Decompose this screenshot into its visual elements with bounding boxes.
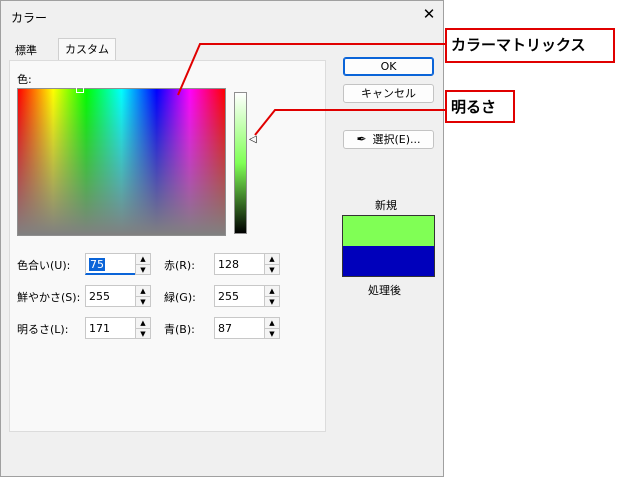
hue-spinner[interactable]: ▲ ▼ bbox=[135, 253, 151, 275]
blue-down-icon[interactable]: ▼ bbox=[265, 328, 279, 338]
lum-field[interactable]: 171 ▲ ▼ bbox=[85, 317, 151, 339]
eyedropper-icon: ✒ bbox=[356, 132, 367, 146]
luminance-arrow-icon[interactable]: ◁ bbox=[249, 134, 257, 145]
sat-spinner[interactable]: ▲ ▼ bbox=[135, 285, 151, 307]
tab-custom[interactable]: カスタム bbox=[58, 38, 116, 60]
sat-up-icon[interactable]: ▲ bbox=[136, 286, 150, 296]
green-label: 緑(G): bbox=[164, 291, 196, 304]
new-color-swatch bbox=[342, 215, 435, 246]
close-icon[interactable]: ✕ bbox=[420, 5, 438, 23]
lum-up-icon[interactable]: ▲ bbox=[136, 318, 150, 328]
sat-label: 鮮やかさ(S): bbox=[17, 291, 81, 304]
dialog-title: カラー bbox=[11, 11, 48, 25]
hue-label: 色合い(U): bbox=[17, 259, 71, 272]
color-dialog: カラー ✕ 標準 カスタム 色: ◁ 色合い(U): 75 ▲ ▼ 鮮やかさ(S… bbox=[0, 0, 444, 477]
sat-value[interactable]: 255 bbox=[89, 290, 110, 303]
blue-field[interactable]: 87 ▲ ▼ bbox=[214, 317, 280, 339]
color-matrix[interactable] bbox=[17, 88, 226, 236]
lum-down-icon[interactable]: ▼ bbox=[136, 328, 150, 338]
red-field[interactable]: 128 ▲ ▼ bbox=[214, 253, 280, 275]
color-label: 色: bbox=[17, 73, 32, 86]
red-down-icon[interactable]: ▼ bbox=[265, 264, 279, 274]
sat-field[interactable]: 255 ▲ ▼ bbox=[85, 285, 151, 307]
cancel-button[interactable]: キャンセル bbox=[343, 84, 434, 103]
pick-color-button[interactable]: ✒ 選択(E)... bbox=[343, 130, 434, 149]
lum-callout: 明るさ bbox=[445, 90, 515, 123]
tab-standard[interactable]: 標準 bbox=[9, 40, 43, 60]
blue-label: 青(B): bbox=[164, 323, 195, 336]
green-spinner[interactable]: ▲ ▼ bbox=[264, 285, 280, 307]
hue-up-icon[interactable]: ▲ bbox=[136, 254, 150, 264]
blue-spinner[interactable]: ▲ ▼ bbox=[264, 317, 280, 339]
lum-spinner[interactable]: ▲ ▼ bbox=[135, 317, 151, 339]
red-value[interactable]: 128 bbox=[218, 258, 239, 271]
matrix-crosshair[interactable] bbox=[76, 87, 84, 93]
hue-field[interactable]: 75 ▲ ▼ bbox=[85, 253, 151, 275]
pick-color-label: 選択(E)... bbox=[372, 133, 421, 146]
hue-down-icon[interactable]: ▼ bbox=[136, 264, 150, 274]
blue-value[interactable]: 87 bbox=[218, 322, 232, 335]
hue-value[interactable]: 75 bbox=[89, 258, 105, 271]
new-color-label: 新規 bbox=[375, 199, 397, 212]
red-up-icon[interactable]: ▲ bbox=[265, 254, 279, 264]
sat-down-icon[interactable]: ▼ bbox=[136, 296, 150, 306]
red-label: 赤(R): bbox=[164, 259, 195, 272]
lum-value[interactable]: 171 bbox=[89, 322, 110, 335]
green-value[interactable]: 255 bbox=[218, 290, 239, 303]
luminance-slider[interactable] bbox=[234, 92, 247, 234]
matrix-callout: カラーマトリックス bbox=[445, 28, 615, 63]
lum-label: 明るさ(L): bbox=[17, 323, 69, 336]
green-field[interactable]: 255 ▲ ▼ bbox=[214, 285, 280, 307]
blue-up-icon[interactable]: ▲ bbox=[265, 318, 279, 328]
current-color-swatch bbox=[342, 246, 435, 277]
green-down-icon[interactable]: ▼ bbox=[265, 296, 279, 306]
ok-button[interactable]: OK bbox=[343, 57, 434, 76]
red-spinner[interactable]: ▲ ▼ bbox=[264, 253, 280, 275]
green-up-icon[interactable]: ▲ bbox=[265, 286, 279, 296]
current-color-label: 処理後 bbox=[368, 284, 401, 297]
